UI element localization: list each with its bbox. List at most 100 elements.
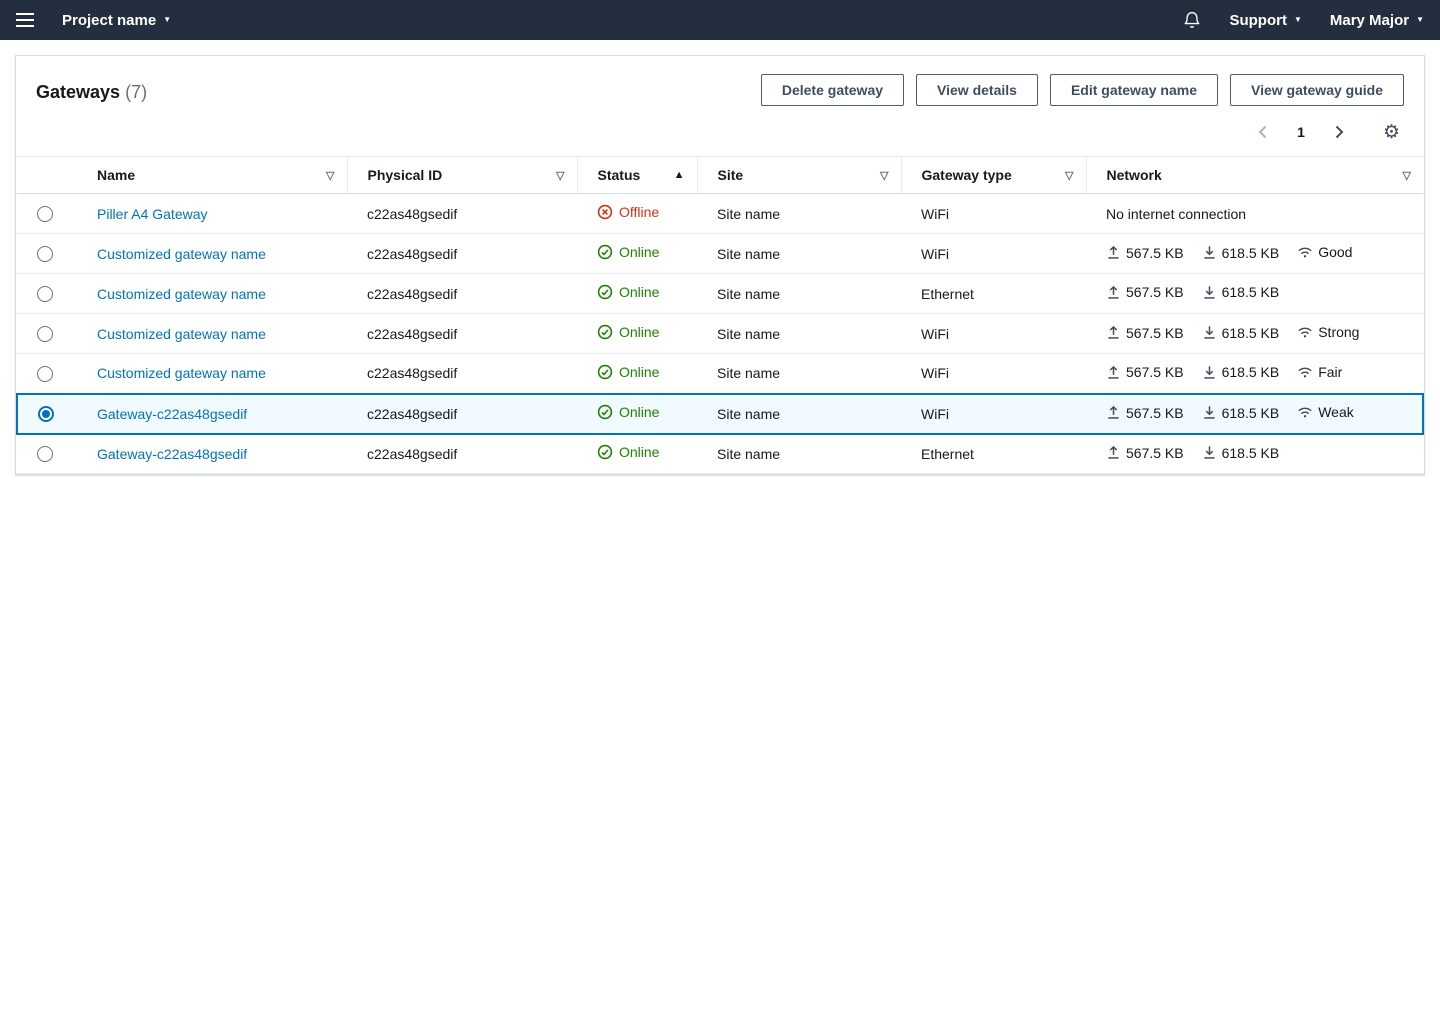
project-name-label: Project name bbox=[62, 12, 156, 29]
upload-stat: 567.5 KB bbox=[1106, 445, 1184, 461]
gateway-name-link[interactable]: Customized gateway name bbox=[97, 365, 266, 381]
view-details-button[interactable]: View details bbox=[916, 74, 1038, 106]
column-label: Gateway type bbox=[922, 167, 1012, 183]
status-badge: Online bbox=[597, 364, 659, 380]
network-cell: 567.5 KB618.5 KB bbox=[1086, 274, 1423, 314]
table-row: Customized gateway namec22as48gsedifOnli… bbox=[17, 354, 1423, 394]
download-icon bbox=[1202, 285, 1217, 300]
status-online-icon bbox=[597, 444, 613, 460]
upload-icon bbox=[1106, 445, 1121, 460]
row-radio-button[interactable] bbox=[38, 406, 54, 422]
page-title: Gateways (7) bbox=[36, 80, 147, 104]
panel-header: Gateways (7) Delete gateway View details E… bbox=[16, 56, 1424, 156]
upload-icon bbox=[1106, 245, 1121, 260]
column-label: Network bbox=[1107, 167, 1162, 183]
row-radio-button[interactable] bbox=[37, 326, 53, 342]
view-gateway-guide-button[interactable]: View gateway guide bbox=[1230, 74, 1404, 106]
column-header-network[interactable]: Network ▽ bbox=[1086, 157, 1423, 194]
column-header-gateway-type[interactable]: Gateway type ▽ bbox=[901, 157, 1086, 194]
column-header-name[interactable]: Name ▽ bbox=[77, 157, 347, 194]
status-offline-icon bbox=[597, 204, 613, 220]
filter-icon[interactable]: ▽ bbox=[326, 169, 334, 182]
status-cell: Online bbox=[577, 234, 697, 274]
settings-gear-icon[interactable]: ⚙ bbox=[1379, 123, 1404, 142]
filter-icon[interactable]: ▽ bbox=[1403, 169, 1411, 182]
column-label: Physical ID bbox=[368, 167, 443, 183]
delete-gateway-button[interactable]: Delete gateway bbox=[761, 74, 904, 106]
gateway-name-link[interactable]: Customized gateway name bbox=[97, 246, 266, 262]
status-cell: Online bbox=[577, 394, 697, 434]
status-online-icon bbox=[597, 324, 613, 340]
chevron-down-icon: ▼ bbox=[1294, 15, 1302, 24]
upload-stat: 567.5 KB bbox=[1106, 405, 1184, 421]
user-menu[interactable]: Mary Major ▼ bbox=[1330, 12, 1424, 29]
top-navigation-bar: Project name ▼ Support ▼ Mary Major ▼ bbox=[0, 0, 1440, 40]
gateway-name-link[interactable]: Gateway-c22as48gsedif bbox=[97, 446, 247, 462]
site-cell: Site name bbox=[697, 434, 901, 474]
column-label: Status bbox=[598, 167, 641, 183]
edit-gateway-name-button[interactable]: Edit gateway name bbox=[1050, 74, 1218, 106]
network-cell: 567.5 KB618.5 KBFair bbox=[1086, 354, 1423, 394]
filter-icon[interactable]: ▽ bbox=[556, 169, 564, 182]
table-body: Piller A4 Gatewayc22as48gsedifOfflineSit… bbox=[17, 194, 1423, 474]
network-cell: 567.5 KB618.5 KBWeak bbox=[1086, 394, 1423, 434]
selection-cell bbox=[17, 274, 77, 314]
support-label: Support bbox=[1229, 12, 1287, 29]
wifi-icon bbox=[1297, 364, 1313, 380]
status-cell: Offline bbox=[577, 194, 697, 234]
row-radio-button[interactable] bbox=[37, 246, 53, 262]
name-cell: Gateway-c22as48gsedif bbox=[77, 434, 347, 474]
gateway-name-link[interactable]: Customized gateway name bbox=[97, 286, 266, 302]
selection-cell bbox=[17, 394, 77, 434]
resource-count: (7) bbox=[125, 82, 147, 102]
status-online-icon bbox=[597, 364, 613, 380]
project-name-menu[interactable]: Project name ▼ bbox=[62, 12, 171, 29]
row-radio-button[interactable] bbox=[37, 366, 53, 382]
table-row: Piller A4 Gatewayc22as48gsedifOfflineSit… bbox=[17, 194, 1423, 234]
previous-page-button[interactable] bbox=[1249, 120, 1277, 144]
table-row: Customized gateway name c22as48gsedifOnli… bbox=[17, 314, 1423, 354]
row-radio-button[interactable] bbox=[37, 286, 53, 302]
column-label: Site bbox=[718, 167, 744, 183]
column-header-status[interactable]: Status ▲ bbox=[577, 157, 697, 194]
row-radio-button[interactable] bbox=[37, 446, 53, 462]
status-badge: Online bbox=[597, 284, 659, 300]
menu-hamburger-icon[interactable] bbox=[16, 0, 50, 40]
column-label: Name bbox=[97, 167, 135, 183]
name-cell: Gateway-c22as48gsedif bbox=[77, 394, 347, 434]
notifications-bell-icon[interactable] bbox=[1183, 11, 1201, 29]
download-icon bbox=[1202, 365, 1217, 380]
physical-id-cell: c22as48gsedif bbox=[347, 274, 577, 314]
column-header-site[interactable]: Site ▽ bbox=[697, 157, 901, 194]
gateway-type-cell: WiFi bbox=[901, 234, 1086, 274]
upload-icon bbox=[1106, 405, 1121, 420]
support-menu[interactable]: Support ▼ bbox=[1229, 12, 1301, 29]
name-cell: Customized gateway name bbox=[77, 274, 347, 314]
upload-stat: 567.5 KB bbox=[1106, 364, 1184, 380]
filter-icon[interactable]: ▽ bbox=[1065, 169, 1073, 182]
status-online-icon bbox=[597, 284, 613, 300]
download-stat: 618.5 KB bbox=[1202, 364, 1280, 380]
upload-icon bbox=[1106, 285, 1121, 300]
sort-ascending-icon[interactable]: ▲ bbox=[674, 169, 685, 181]
gateway-name-link[interactable]: Gateway-c22as48gsedif bbox=[97, 406, 247, 422]
table-row: Customized gateway namec22as48gsedifOnli… bbox=[17, 234, 1423, 274]
network-message: No internet connection bbox=[1106, 206, 1246, 222]
name-cell: Piller A4 Gateway bbox=[77, 194, 347, 234]
site-cell: Site name bbox=[697, 194, 901, 234]
row-radio-button[interactable] bbox=[37, 206, 53, 222]
download-stat: 618.5 KB bbox=[1202, 245, 1280, 261]
site-cell: Site name bbox=[697, 234, 901, 274]
download-stat: 618.5 KB bbox=[1202, 445, 1280, 461]
filter-icon[interactable]: ▽ bbox=[880, 169, 888, 182]
status-badge: Online bbox=[597, 444, 659, 460]
upload-stat: 567.5 KB bbox=[1106, 245, 1184, 261]
next-page-button[interactable] bbox=[1325, 120, 1353, 144]
status-cell: Online bbox=[577, 314, 697, 354]
site-cell: Site name bbox=[697, 274, 901, 314]
page-number-button[interactable]: 1 bbox=[1291, 120, 1311, 144]
physical-id-cell: c22as48gsedif bbox=[347, 314, 577, 354]
gateway-name-link[interactable]: Piller A4 Gateway bbox=[97, 206, 208, 222]
column-header-physical-id[interactable]: Physical ID ▽ bbox=[347, 157, 577, 194]
gateway-name-link[interactable]: Customized gateway name bbox=[97, 326, 266, 342]
